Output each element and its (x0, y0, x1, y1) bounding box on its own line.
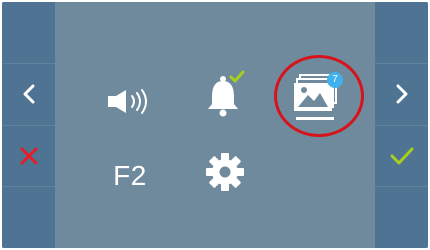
checkmark-icon (229, 70, 245, 83)
doorbell-menu-item[interactable] (195, 66, 255, 122)
right-softkey-bar (375, 2, 428, 248)
next-button[interactable] (375, 62, 428, 125)
main-menu: 7 F2 (55, 2, 375, 248)
left-softkey-bar (2, 2, 55, 248)
f2-menu-item[interactable]: F2 (95, 150, 165, 202)
gear-icon (206, 153, 244, 191)
right-softkey-4[interactable] (375, 186, 428, 248)
gallery-count-badge: 7 (327, 72, 343, 88)
left-softkey-1[interactable] (2, 2, 55, 63)
confirm-button[interactable] (375, 124, 428, 187)
bell-icon (208, 70, 245, 117)
prev-button[interactable] (2, 62, 55, 125)
cancel-button[interactable] (2, 124, 55, 187)
checkmark-icon (390, 147, 413, 165)
chevron-right-icon (396, 84, 407, 104)
x-icon (20, 147, 37, 165)
right-softkey-1[interactable] (375, 2, 428, 63)
speaker-volume-icon (108, 89, 147, 114)
chevron-left-icon (23, 84, 34, 104)
settings-menu-item[interactable] (195, 146, 255, 198)
volume-menu-item[interactable] (95, 78, 165, 124)
left-softkey-4[interactable] (2, 186, 55, 248)
f2-label: F2 (113, 160, 147, 191)
gallery-menu-item[interactable]: 7 (273, 54, 365, 138)
intercom-screen: 7 F2 (2, 2, 428, 248)
